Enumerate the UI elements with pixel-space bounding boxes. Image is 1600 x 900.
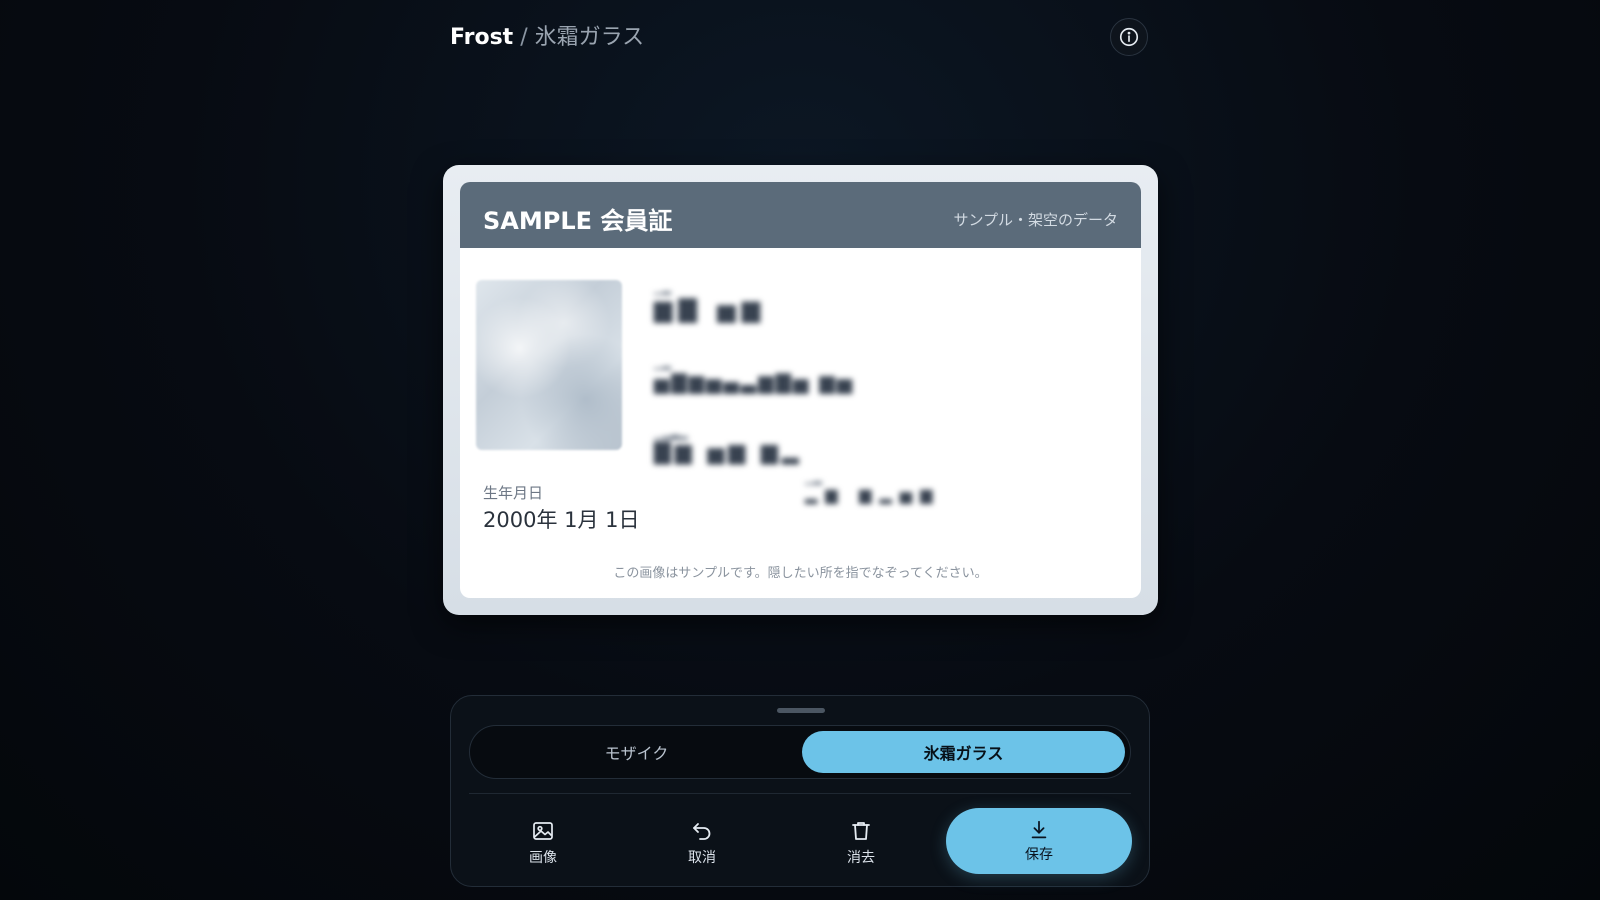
- frosted-value: ▆▇ ▅▆: [654, 295, 767, 323]
- image-canvas[interactable]: SAMPLE 会員証 サンプル・架空のデータ ▁▂ ▆▇ ▅▆ ▁▂ ▅▇▆▅▄…: [443, 165, 1158, 615]
- dob-value: 2000年 1月 1日: [483, 508, 640, 532]
- undo-icon: [693, 823, 711, 840]
- current-mode-name: 氷霜ガラス: [534, 25, 645, 50]
- save-button-label: 保存: [1025, 846, 1053, 863]
- frosted-label: ▁▂: [805, 472, 822, 485]
- breadcrumb: Frost / 氷霜ガラス: [450, 24, 644, 52]
- sample-id-card: SAMPLE 会員証 サンプル・架空のデータ ▁▂ ▆▇ ▅▆ ▁▂ ▅▇▆▅▄…: [460, 182, 1141, 598]
- image-button-label: 画像: [529, 850, 557, 866]
- frost-overlay: [476, 280, 622, 450]
- frosted-value: ▅▇▆▅▄▃▆▇▅ ▆▅: [654, 370, 855, 394]
- mode-tab-mosaic[interactable]: モザイク: [475, 731, 798, 773]
- header: Frost / 氷霜ガラス: [450, 18, 1150, 58]
- frosted-value: ▂▆ ▆▂▅▆: [805, 485, 941, 504]
- download-icon: [1031, 820, 1047, 838]
- undo-button[interactable]: 取消: [647, 812, 757, 874]
- card-note: この画像はサンプルです。隠したい所を指でなぞってください。: [613, 566, 988, 581]
- bottom-toolbar: モザイク 氷霜ガラス 画像 取消 消去 保存: [450, 695, 1150, 887]
- frosted-label: ▁▂: [654, 282, 671, 295]
- frosted-number-field: ▁▂▃▂ ▇▆ ▅▆ ▆▂: [654, 427, 803, 465]
- dob-label: 生年月日: [483, 484, 544, 502]
- image-button[interactable]: 画像: [488, 812, 598, 874]
- trash-icon: [852, 822, 870, 840]
- frosted-id-field: ▁▂ ▂▆ ▆▂▅▆: [805, 472, 940, 504]
- breadcrumb-separator: /: [520, 25, 528, 50]
- save-button[interactable]: 保存: [946, 808, 1132, 874]
- clear-button-label: 消去: [847, 850, 875, 866]
- divider: [469, 793, 1131, 794]
- card-header: SAMPLE 会員証 サンプル・架空のデータ: [460, 182, 1141, 248]
- card-subtitle: サンプル・架空のデータ: [953, 211, 1118, 229]
- card-title: SAMPLE 会員証: [483, 207, 673, 235]
- frosted-name-field: ▁▂ ▆▇ ▅▆: [654, 282, 766, 323]
- frosted-address-field: ▁▂ ▅▇▆▅▄▃▆▇▅ ▆▅: [654, 357, 854, 394]
- mode-switch: モザイク 氷霜ガラス: [469, 725, 1131, 779]
- info-icon: [1119, 27, 1139, 47]
- frosted-photo-area: [476, 280, 622, 450]
- frosted-label: ▁▂: [654, 357, 671, 370]
- app-root: Frost / 氷霜ガラス SAMPLE 会員証 サンプル・架空のデータ ▁▂ …: [0, 0, 1600, 900]
- undo-button-label: 取消: [688, 850, 716, 866]
- frosted-label: ▁▂▃▂: [654, 427, 688, 440]
- clear-button[interactable]: 消去: [806, 812, 916, 874]
- frosted-value: ▇▆ ▅▆ ▆▂: [654, 440, 803, 465]
- info-button[interactable]: [1110, 18, 1148, 56]
- image-icon: [533, 822, 553, 840]
- drag-handle[interactable]: [777, 708, 825, 713]
- mode-tab-frost-glass[interactable]: 氷霜ガラス: [802, 731, 1125, 773]
- app-name: Frost: [450, 25, 514, 50]
